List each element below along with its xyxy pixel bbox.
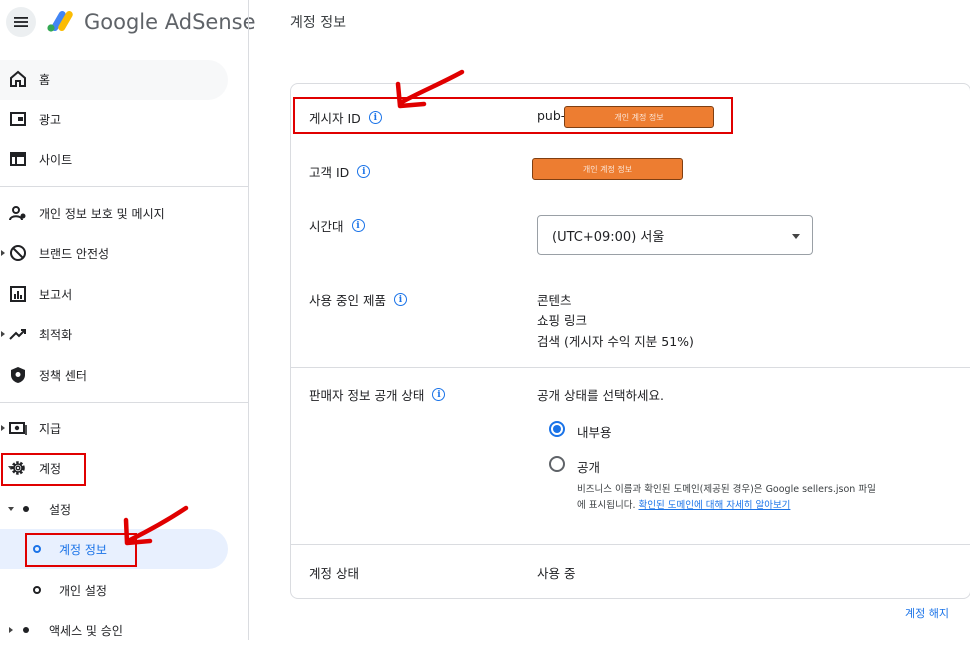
annotation-arrow-icon xyxy=(395,69,465,109)
annotation-arrow-icon xyxy=(123,505,189,546)
annotation-arrows xyxy=(123,69,465,546)
